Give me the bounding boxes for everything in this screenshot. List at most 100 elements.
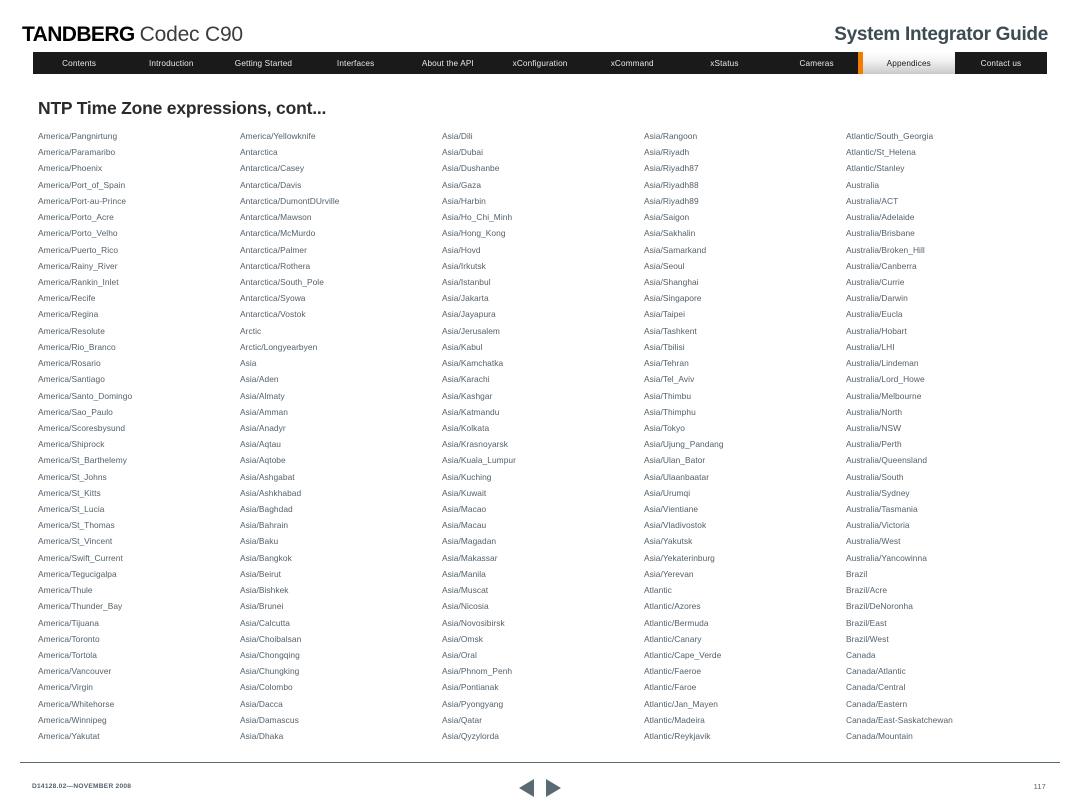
timezone-entry: Asia/Dubai [442,147,484,158]
timezone-entry: Asia/Magadan [442,536,497,547]
timezone-entry: Asia/Thimbu [644,390,692,401]
timezone-entry: Atlantic [644,585,672,596]
timezone-entry: Asia/Thimphu [644,406,696,417]
nav-item-appendices[interactable]: Appendices [857,52,955,74]
timezone-entry: Asia/Pontianak [442,682,499,693]
timezone-entry: Asia/Kuwait [442,487,487,498]
timezone-entry: Asia/Novosibirsk [442,617,505,628]
timezone-entry: Asia/Almaty [240,390,285,401]
timezone-entry: America/Port_of_Spain [38,179,126,190]
nav-item-xstatus[interactable]: xStatus [678,52,770,74]
next-page-arrow-icon[interactable] [546,779,561,797]
timezone-entry: America/Resolute [38,325,105,336]
timezone-entry: Australia/Victoria [846,520,910,531]
timezone-column-4: Asia/Rangoon Asia/Riyadh Asia/Riyadh87 Asia… [644,128,846,744]
section-navigation-bar[interactable]: Contents Introduction Getting Started In… [33,52,1047,74]
nav-item-getting-started[interactable]: Getting Started [217,52,309,74]
previous-page-arrow-icon[interactable] [519,779,534,797]
nav-item-contact-us[interactable]: Contact us [955,52,1047,74]
timezone-entry: America/Santo_Domingo [38,390,133,401]
timezone-entry: Australia/West [846,536,901,547]
timezone-entry: Atlantic/St_Helena [846,147,916,158]
timezone-entry: Atlantic/Bermuda [644,617,709,628]
timezone-entry: Australia/Melbourne [846,390,922,401]
timezone-entry: America/Thule [38,585,93,596]
nav-item-about-the-api[interactable]: About the API [402,52,494,74]
timezone-entry: Antarctica/Palmer [240,244,307,255]
timezone-entry: Atlantic/Faroe [644,682,697,693]
timezone-entry: Asia/Urumqi [644,487,691,498]
timezone-entry: Asia/Beirut [240,568,282,579]
timezone-entry: Asia/Manila [442,568,486,579]
timezone-entry: Asia/Bahrain [240,520,289,531]
page-footer: D14128.02—NOVEMBER 2008 117 [0,763,1080,811]
timezone-entry: Arctic [240,325,262,336]
timezone-entry: Antarctica/McMurdo [240,228,316,239]
document-reference: D14128.02—NOVEMBER 2008 [32,783,132,790]
timezone-entry: Asia/Jakarta [442,293,489,304]
timezone-entry: America/Pangnirtung [38,131,118,141]
timezone-entry: Asia/Karachi [442,374,490,385]
timezone-entry: Asia/Harbin [442,195,486,206]
timezone-entry: Asia/Vladivostok [644,520,707,531]
nav-item-xconfiguration[interactable]: xConfiguration [494,52,586,74]
timezone-entry: America/Porto_Velho [38,228,118,239]
timezone-entry: Asia/Riyadh89 [644,195,699,206]
timezone-entry: Asia/Riyadh88 [644,179,699,190]
timezone-entry: Asia/Aqtau [240,439,282,450]
timezone-entry: Asia/Dushanbe [442,163,500,174]
timezone-entry: Asia/Amman [240,406,288,417]
timezone-entry: Asia/Ho_Chi_Minh [442,212,513,223]
timezone-entry: Asia/Dili [442,131,473,141]
timezone-entry: Australia/Tasmania [846,504,918,515]
timezone-entry: Australia/Lord_Howe [846,374,925,385]
timezone-entry: America/Virgin [38,682,94,693]
timezone-entry: America/Regina [38,309,99,320]
timezone-entry: Asia/Macao [442,504,487,515]
timezone-entry: Asia/Taipei [644,309,686,320]
timezone-entry: Asia/Tehran [644,358,689,369]
timezone-entry: Asia/Brunei [240,601,284,612]
timezone-entry: Asia/Kuala_Lumpur [442,455,516,466]
nav-item-cameras[interactable]: Cameras [771,52,863,74]
timezone-entry: Atlantic/South_Georgia [846,131,934,141]
timezone-entry: America/Phoenix [38,163,103,174]
timezone-entry: Australia/Adelaide [846,212,915,223]
timezone-entry: Asia/Yerevan [644,568,694,579]
timezone-entry: Asia/Macau [442,520,487,531]
timezone-entry: Asia/Krasnoyarsk [442,439,508,450]
timezone-entry: Canada [846,650,876,660]
timezone-entry: America/St_Vincent [38,536,113,547]
page-navigation[interactable] [519,779,561,797]
timezone-entry: Asia/Irkutsk [442,260,486,271]
timezone-entry: Asia/Nicosia [442,601,489,612]
timezone-entry: Asia/Ashkhabad [240,487,302,498]
timezone-entry: Asia/Yakutsk [644,536,693,547]
nav-item-introduction[interactable]: Introduction [125,52,217,74]
timezone-entry: Australia/Brisbane [846,228,915,239]
nav-item-contents[interactable]: Contents [33,52,125,74]
timezone-entry: Asia/Istanbul [442,276,491,287]
timezone-entry: Asia/Kolkata [442,422,490,433]
timezone-entry: Australia/Perth [846,439,902,450]
timezone-entry: America/Toronto [38,633,100,644]
timezone-entry: Australia/Eucla [846,309,903,320]
timezone-entry: Asia/Riyadh87 [644,163,699,174]
timezone-entry: Asia/Dacca [240,698,283,709]
timezone-entry: Canada/Mountain [846,731,913,742]
timezone-entry: Asia/Chongqing [240,650,300,660]
timezone-entry: Atlantic/Azores [644,601,701,612]
nav-item-interfaces[interactable]: Interfaces [310,52,402,74]
nav-item-xcommand[interactable]: xCommand [586,52,678,74]
timezone-entry: Asia/Baku [240,536,279,547]
timezone-entry: Atlantic/Stanley [846,163,905,174]
timezone-entry: America/Thunder_Bay [38,601,123,612]
timezone-entry: America/Tegucigalpa [38,568,117,579]
timezone-entry: Asia/Seoul [644,260,685,271]
timezone-entry: Asia/Kuching [442,471,492,482]
timezone-entry: Brazil/DeNoronha [846,601,913,612]
timezone-entry: Asia/Jayapura [442,309,496,320]
timezone-entry: America/Recife [38,293,96,304]
timezone-entry: Canada/Eastern [846,698,908,709]
timezone-entry: Australia/LHI [846,341,895,352]
